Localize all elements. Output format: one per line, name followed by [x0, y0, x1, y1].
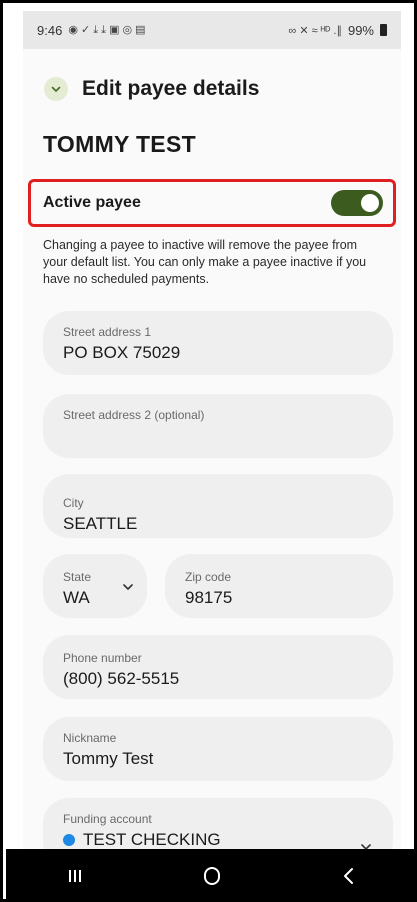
status-bar: 9:46 ◉ ✓ ⤓ ⤓ ▣ ◎ ▤ ∞ ✕ ≈ ᴴᴰ .∥ 99%	[23, 11, 401, 49]
state-value: WA	[63, 588, 90, 607]
funding-account-select[interactable]: Funding account TEST CHECKING	[43, 798, 393, 849]
zip-code-field[interactable]: Zip code 98175	[165, 554, 393, 618]
city-value: SEATTLE	[63, 514, 138, 533]
funding-account-row: TEST CHECKING	[63, 830, 221, 849]
recent-apps-button[interactable]	[45, 856, 105, 896]
battery-percent: 99%	[347, 22, 374, 38]
account-dot-icon	[63, 834, 75, 846]
state-label: State	[63, 570, 92, 584]
street-address-1-label: Street address 1	[63, 325, 152, 339]
back-button[interactable]	[319, 856, 379, 896]
system-nav-bar	[6, 849, 414, 899]
phone-number-label: Phone number	[63, 651, 142, 665]
street-address-1-field[interactable]: Street address 1 PO BOX 75029	[43, 311, 393, 375]
app-content: Edit payee details TOMMY TEST Active pay…	[23, 49, 401, 849]
payee-name: TOMMY TEST	[43, 131, 196, 157]
status-time: 9:46	[37, 22, 63, 38]
toggle-knob	[361, 194, 379, 212]
home-button[interactable]	[182, 856, 242, 896]
back-icon	[343, 867, 353, 884]
street-address-1-value: PO BOX 75029	[63, 343, 181, 362]
header: Edit payee details	[44, 77, 259, 101]
street-address-2-field[interactable]: Street address 2 (optional)	[43, 394, 393, 458]
recent-apps-icon	[68, 869, 81, 882]
status-left: 9:46 ◉ ✓ ⤓ ⤓ ▣ ◎ ▤	[37, 23, 146, 38]
nickname-field[interactable]: Nickname Tommy Test	[43, 717, 393, 781]
city-label: City	[63, 496, 84, 510]
nickname-label: Nickname	[63, 731, 117, 745]
active-payee-label: Active payee	[43, 194, 141, 211]
phone-frame: 9:46 ◉ ✓ ⤓ ⤓ ▣ ◎ ▤ ∞ ✕ ≈ ᴴᴰ .∥ 99% Edit …	[0, 0, 417, 902]
phone-number-value: (800) 562-5515	[63, 669, 180, 688]
funding-account-label: Funding account	[63, 812, 152, 826]
page-title: Edit payee details	[82, 77, 260, 100]
zip-code-value: 98175	[185, 588, 233, 607]
state-select[interactable]: State WA	[43, 554, 147, 618]
active-payee-toggle[interactable]	[331, 190, 383, 216]
funding-account-value: TEST CHECKING	[83, 830, 221, 849]
chevron-down-icon	[123, 584, 133, 590]
chevron-down-icon	[51, 86, 61, 92]
nickname-value: Tommy Test	[63, 749, 154, 768]
chevron-down-icon	[361, 844, 371, 849]
inactive-help-text: Changing a payee to inactive will remove…	[43, 238, 367, 286]
battery-icon	[380, 24, 387, 36]
city-field[interactable]: City SEATTLE	[43, 474, 393, 538]
phone-number-field[interactable]: Phone number (800) 562-5515	[43, 635, 393, 699]
status-right: ∞ ✕ ≈ ᴴᴰ .∥ 99%	[288, 23, 387, 38]
active-payee-row: Active payee	[28, 179, 396, 227]
home-icon	[203, 866, 220, 885]
zip-code-label: Zip code	[185, 570, 232, 584]
collapse-button[interactable]	[44, 77, 68, 101]
street-address-2-label: Street address 2 (optional)	[63, 408, 205, 422]
connectivity-icons: ∞ ✕ ≈ ᴴᴰ .∥	[288, 24, 342, 37]
notification-icons: ◉ ✓ ⤓ ⤓ ▣ ◎ ▤	[68, 24, 146, 36]
